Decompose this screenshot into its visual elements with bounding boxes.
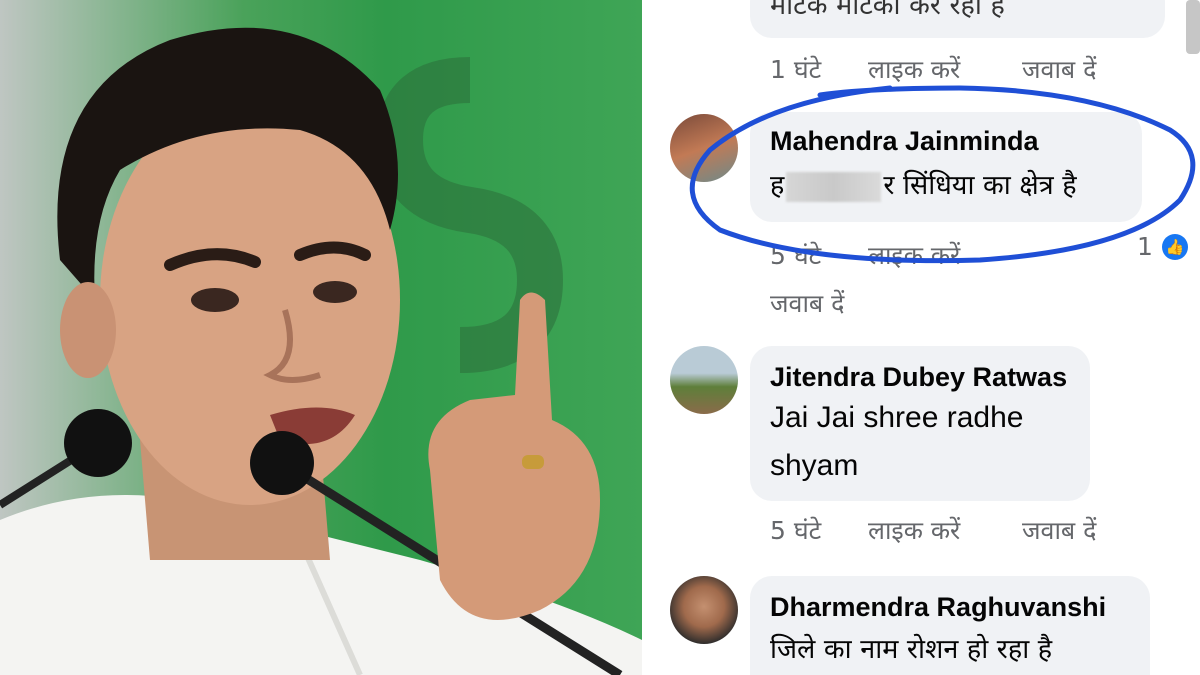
avatar[interactable] [670,576,738,644]
comment-text-line2: shyam [770,449,859,482]
avatar[interactable] [670,346,738,414]
comment-author[interactable]: Jitendra Dubey Ratwas [770,362,1067,393]
comment-author[interactable]: Dharmendra Raghuvanshi [770,592,1106,623]
speaker-photo [0,0,642,675]
comment-time[interactable]: 5 घंटे [770,513,821,547]
left-eye [191,288,239,312]
ear [60,282,116,378]
comment-bubble: मटिके मटिका कर रहा है [750,0,1165,38]
comment-text-line1: Jai Jai shree radhe [770,401,1024,434]
comment-text: जिले का नाम रोशन हो रहा है [770,634,1053,665]
backdrop-logo [376,57,564,373]
microphone-left [64,409,132,477]
comment-thread: मटिके मटिका कर रहा है 1 घंटे लाइक करें ज… [650,0,1200,675]
comment-bubble: Jitendra Dubey Ratwas Jai Jai shree radh… [750,346,1090,501]
speaker-illustration [0,27,642,675]
comment-bubble: Dharmendra Raghuvanshi जिले का नाम रोशन … [750,576,1150,675]
annotation-circle [689,85,1196,264]
reply-button[interactable]: जवाब दें [1022,513,1096,547]
right-eye [313,281,357,303]
comment-text: मटिके मटिका कर रहा है [770,0,1005,21]
scrollbar[interactable] [1186,0,1200,54]
microphone-center [250,431,314,495]
ring [522,455,544,469]
like-button[interactable]: लाइक करें [868,513,960,547]
